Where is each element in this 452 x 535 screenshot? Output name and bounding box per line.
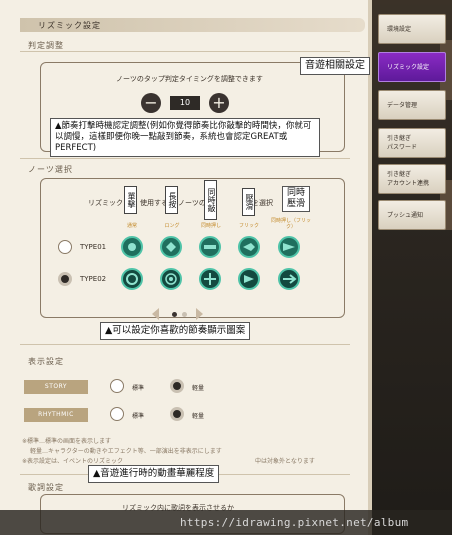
notes-intro-left: リズミック [88,199,123,207]
notes-intro-mid: 使用する [140,199,168,207]
menu-rhythmic[interactable]: リズミック設定 [378,52,446,82]
notes-section-label: ノーツ選択 [28,165,73,174]
story-label: STORY [24,380,88,394]
type01-radio[interactable] [58,240,72,254]
rhythmic-standard-label: 標準 [132,413,145,420]
panel-title: リズミック設定 [38,21,101,30]
timing-callout: ▲節奏打擊時機認定調整(例如你覺得節奏比你敲擊的時間快，你就可以調慢，這樣即便你… [50,118,320,157]
col-simul-flick-callout: 同時壓滑 [282,186,310,212]
display-note-3b: 中は対象外となります [255,458,315,465]
menu-data-management[interactable]: データ管理 [378,90,446,120]
display-note-2: 軽量…キャラクターの動きやエフェクト等、一部演出を非表示にします [30,448,222,455]
story-standard-label: 標準 [132,385,145,392]
note-simul-flick-icon [278,236,300,258]
story-standard-radio[interactable] [110,379,124,393]
col-long-callout: 長按 [165,186,178,214]
type01-label: TYPE01 [80,243,107,251]
col-head-simul-flick: 同時押し（フリック） [270,218,311,230]
note-tap-icon [121,236,143,258]
note-simul-flick-icon [278,268,300,290]
divider [20,51,350,52]
divider [20,344,350,345]
type02-label: TYPE02 [80,275,107,283]
note-simul-icon [199,268,221,290]
col-simul-callout: 同時敲 [204,180,217,220]
judgement-description: ノーツのタップ判定タイミングを調整できます [116,75,263,83]
rhythmic-light-radio[interactable] [170,407,184,421]
menu-push-notification[interactable]: プッシュ通知 [378,200,446,230]
pager-dot [182,312,187,317]
story-light-radio[interactable] [170,379,184,393]
menu-transfer-account[interactable]: 引き継ぎ アカウント連携 [378,164,446,194]
display-section-label: 表示設定 [28,357,64,366]
note-long-icon [160,236,182,258]
display-callout: ▲音遊進行時的動畫華麗程度 [88,465,220,483]
col-tap-callout: 單擊 [124,186,137,214]
divider [20,158,350,159]
pager-prev-arrow[interactable] [152,308,159,320]
type02-radio[interactable] [58,272,72,286]
timing-decrease-button[interactable]: − [141,93,161,113]
notes-intro-right: を選択 [252,199,273,207]
note-flick-icon [238,268,260,290]
menu-transfer-password[interactable]: 引き継ぎ パスワード [378,128,446,158]
col-flick-callout: 壓滑 [242,188,255,216]
note-tap-icon [121,268,143,290]
panel-edge [368,0,372,535]
col-head-flick: フリック [238,223,259,229]
note-long-icon [160,268,182,290]
rhythmic-label: RHYTHMIC [24,408,88,422]
timing-value: 10 [170,96,200,110]
display-note-1: ※標準…標準の画面を表示します [22,438,112,445]
judgement-section-label: 判定調整 [28,41,64,50]
col-head-tap: 通常 [126,223,137,229]
settings-panel: リズミック設定 判定調整 ノーツのタップ判定タイミングを調整できます − 10 … [0,0,372,535]
timing-increase-button[interactable]: + [209,93,229,113]
display-note-3: ※表示設定は、イベントのリズミック [22,458,124,465]
lyrics-section-label: 歌詞設定 [28,483,64,492]
menu-environment[interactable]: 環境設定 [378,14,446,44]
menu-callout: 音遊相關設定 [300,57,370,75]
notes-callout: ▲可以設定你喜歡的節奏顯示圖案 [100,322,251,340]
story-light-label: 軽量 [192,385,205,392]
rhythmic-standard-radio[interactable] [110,407,124,421]
pager-dot-active [172,312,177,317]
note-simul-icon [199,236,221,258]
pager-next-arrow[interactable] [196,308,203,320]
col-head-simul: 同時押し [200,223,221,229]
watermark-url: https://idrawing.pixnet.net/album [180,516,409,529]
note-flick-icon [238,236,260,258]
col-head-long: ロング [164,223,180,229]
rhythmic-light-label: 軽量 [192,413,205,420]
